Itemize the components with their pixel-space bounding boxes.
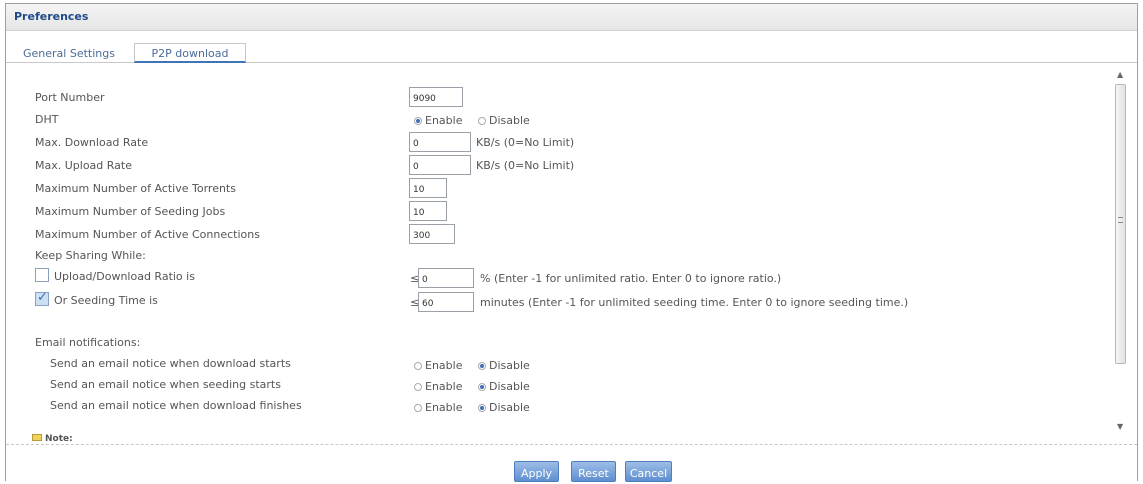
scroll-up-arrow-icon[interactable]: ▲ bbox=[1117, 70, 1123, 79]
seeding-jobs-label: Maximum Number of Seeding Jobs bbox=[35, 205, 226, 218]
tab-label: General Settings bbox=[23, 47, 115, 60]
title-bar: Preferences bbox=[6, 4, 1137, 31]
dht-disable-option[interactable]: Disable bbox=[477, 114, 530, 127]
scroll-down-arrow-icon[interactable]: ▼ bbox=[1117, 422, 1123, 431]
max-download-rate-unit: KB/s (0=No Limit) bbox=[476, 136, 575, 149]
enable-label: Enable bbox=[425, 359, 463, 372]
ratio-label: Upload/Download Ratio is bbox=[54, 270, 195, 283]
radio-selected-icon bbox=[477, 362, 486, 370]
max-upload-rate-unit: KB/s (0=No Limit) bbox=[476, 159, 575, 172]
window-title: Preferences bbox=[14, 10, 89, 23]
radio-unselected-icon bbox=[414, 383, 422, 391]
dht-radio-group: Enable Disable bbox=[414, 114, 542, 127]
email-seeding-start-radio-group: Enable Disable bbox=[414, 380, 542, 393]
enable-label: Enable bbox=[425, 380, 463, 393]
tab-label: P2P download bbox=[151, 47, 229, 60]
radio-selected-icon bbox=[477, 383, 486, 391]
ratio-checkbox[interactable] bbox=[35, 268, 49, 282]
email-download-start-enable[interactable]: Enable bbox=[414, 359, 462, 372]
footer: Apply Reset Cancel bbox=[6, 444, 1137, 482]
tab-general-settings[interactable]: General Settings bbox=[23, 43, 115, 63]
keep-sharing-label: Keep Sharing While: bbox=[35, 249, 146, 262]
note-icon bbox=[32, 434, 42, 441]
email-download-start-disable[interactable]: Disable bbox=[477, 359, 530, 372]
email-notifications-heading: Email notifications: bbox=[35, 336, 141, 349]
note-label: Note: bbox=[45, 434, 73, 444]
grip-icon bbox=[1118, 217, 1123, 223]
disable-label: Disable bbox=[488, 401, 530, 414]
seeding-time-checkbox[interactable] bbox=[35, 290, 49, 306]
active-torrents-label: Maximum Number of Active Torrents bbox=[35, 182, 236, 195]
active-connections-input[interactable] bbox=[409, 224, 455, 244]
max-download-rate-label: Max. Download Rate bbox=[35, 136, 149, 149]
ratio-hint: % (Enter -1 for unlimited ratio. Enter 0… bbox=[480, 272, 782, 285]
enable-label: Enable bbox=[425, 401, 463, 414]
cancel-button[interactable]: Cancel bbox=[625, 461, 672, 482]
seeding-time-hint: minutes (Enter -1 for unlimited seeding … bbox=[480, 296, 909, 309]
email-download-finish-label: Send an email notice when download finis… bbox=[50, 399, 302, 412]
active-torrents-input[interactable] bbox=[409, 178, 447, 198]
email-download-finish-enable[interactable]: Enable bbox=[414, 401, 462, 414]
seeding-time-label: Or Seeding Time is bbox=[54, 294, 158, 307]
radio-unselected-icon bbox=[477, 117, 486, 125]
reset-button[interactable]: Reset bbox=[571, 461, 616, 482]
email-download-start-label: Send an email notice when download start… bbox=[50, 357, 291, 370]
max-download-rate-input[interactable] bbox=[409, 132, 471, 152]
radio-unselected-icon bbox=[414, 404, 422, 412]
disable-label: Disable bbox=[488, 359, 530, 372]
tab-bar: General Settings P2P download bbox=[6, 41, 1137, 63]
dht-label: DHT bbox=[35, 113, 59, 126]
radio-unselected-icon bbox=[414, 362, 422, 370]
email-seeding-start-label: Send an email notice when seeding starts bbox=[50, 378, 281, 391]
radio-selected-icon bbox=[414, 117, 422, 125]
port-number-label: Port Number bbox=[35, 91, 105, 104]
apply-button[interactable]: Apply bbox=[514, 461, 559, 482]
active-connections-label: Maximum Number of Active Connections bbox=[35, 228, 260, 241]
max-upload-rate-input[interactable] bbox=[409, 155, 471, 175]
dht-enable-label: Enable bbox=[425, 114, 463, 127]
email-download-finish-radio-group: Enable Disable bbox=[414, 401, 542, 414]
email-download-finish-disable[interactable]: Disable bbox=[477, 401, 530, 414]
ratio-input[interactable] bbox=[418, 268, 474, 288]
disable-label: Disable bbox=[488, 380, 530, 393]
email-seeding-start-disable[interactable]: Disable bbox=[477, 380, 530, 393]
tab-p2p-download[interactable]: P2P download bbox=[134, 43, 246, 63]
dht-disable-label: Disable bbox=[488, 114, 530, 127]
email-download-start-radio-group: Enable Disable bbox=[414, 359, 542, 372]
max-upload-rate-label: Max. Upload Rate bbox=[35, 159, 132, 172]
vertical-scrollbar[interactable]: ▲ ▼ bbox=[1111, 64, 1131, 436]
port-number-input[interactable] bbox=[409, 87, 463, 107]
radio-selected-icon bbox=[477, 404, 486, 412]
dht-enable-option[interactable]: Enable bbox=[414, 114, 462, 127]
preferences-window: Preferences General Settings P2P downloa… bbox=[5, 3, 1138, 482]
scrollbar-thumb[interactable] bbox=[1115, 84, 1126, 364]
seeding-jobs-input[interactable] bbox=[409, 201, 447, 221]
note: Note: bbox=[32, 434, 73, 444]
seeding-time-input[interactable] bbox=[418, 292, 474, 312]
email-seeding-start-enable[interactable]: Enable bbox=[414, 380, 462, 393]
